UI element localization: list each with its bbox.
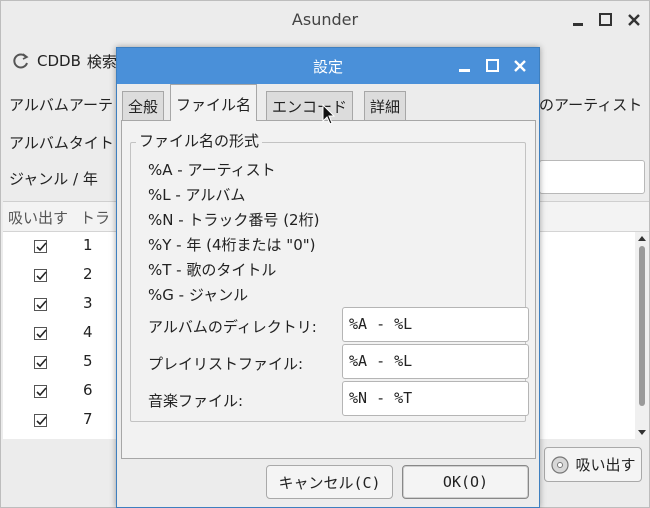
table-row[interactable]: 7 bbox=[3, 406, 123, 435]
playlist-file-label: プレイリストファイル: bbox=[148, 355, 304, 373]
track-number: 4 bbox=[83, 323, 93, 341]
rip-checkbox[interactable] bbox=[34, 385, 47, 398]
cd-icon bbox=[551, 455, 570, 474]
minimize-icon[interactable] bbox=[571, 12, 587, 28]
music-file-input[interactable]: %N - %T bbox=[342, 381, 529, 416]
close-icon[interactable] bbox=[626, 12, 642, 28]
track-number: 3 bbox=[83, 294, 93, 312]
format-artist: %A - アーティスト bbox=[148, 161, 276, 179]
format-year: %Y - 年 (4桁または "0") bbox=[148, 236, 316, 254]
rip-checkbox[interactable] bbox=[34, 240, 47, 253]
tab-general[interactable]: 全般 bbox=[122, 91, 165, 120]
tab-encode[interactable]: エンコード bbox=[266, 91, 354, 120]
rip-checkbox[interactable] bbox=[34, 356, 47, 369]
dialog-maximize-icon[interactable] bbox=[485, 58, 501, 74]
album-directory-input[interactable]: %A - %L bbox=[342, 307, 529, 342]
tab-advanced[interactable]: 詳細 bbox=[364, 91, 407, 120]
genre-input[interactable] bbox=[539, 160, 645, 194]
filenames-panel: ファイル名の形式 %A - アーティスト %L - アルバム %N - トラック… bbox=[121, 120, 536, 459]
scroll-up-icon[interactable] bbox=[637, 234, 647, 242]
rip-button[interactable]: 吸い出す bbox=[544, 447, 642, 482]
album-directory-label: アルバムのディレクトリ: bbox=[148, 318, 317, 336]
rip-button-label: 吸い出す bbox=[575, 456, 636, 474]
track-number: 5 bbox=[83, 352, 93, 370]
track-number: 2 bbox=[83, 265, 93, 283]
dialog-close-icon[interactable] bbox=[512, 58, 528, 74]
table-row[interactable]: 3 bbox=[3, 290, 123, 319]
filename-format-group: %A - アーティスト %L - アルバム %N - トラック番号 (2桁) %… bbox=[130, 142, 529, 422]
scrollbar-thumb[interactable] bbox=[639, 246, 645, 406]
rip-checkbox[interactable] bbox=[34, 269, 47, 282]
track-list-scrollbar[interactable] bbox=[635, 232, 649, 440]
maximize-icon[interactable] bbox=[598, 12, 614, 28]
mouse-cursor-icon bbox=[322, 104, 336, 125]
music-file-label: 音楽ファイル: bbox=[148, 392, 244, 410]
table-row[interactable]: 2 bbox=[3, 261, 123, 290]
window-title: Asunder bbox=[291, 10, 359, 29]
format-track-number: %N - トラック番号 (2桁) bbox=[148, 211, 320, 229]
dialog-titlebar[interactable]: 設定 bbox=[117, 48, 539, 84]
main-toolbar: CDDB 検索 bbox=[11, 47, 117, 75]
rip-checkbox[interactable] bbox=[34, 414, 47, 427]
album-artist-label: アルバムアーテ bbox=[9, 96, 113, 114]
group-title: ファイル名の形式 bbox=[136, 130, 263, 151]
main-titlebar[interactable]: Asunder bbox=[1, 1, 649, 39]
playlist-file-input[interactable]: %A - %L bbox=[342, 344, 529, 379]
column-header-track[interactable]: トラ bbox=[80, 207, 110, 228]
table-row[interactable]: 4 bbox=[3, 319, 123, 348]
scroll-down-icon[interactable] bbox=[637, 429, 647, 437]
genre-year-label: ジャンル / 年 bbox=[9, 170, 98, 188]
rip-checkbox[interactable] bbox=[34, 327, 47, 340]
table-row[interactable]: 1 bbox=[3, 232, 123, 261]
rip-checkbox[interactable] bbox=[34, 298, 47, 311]
dialog-title: 設定 bbox=[312, 58, 343, 76]
tab-filenames[interactable]: ファイル名 bbox=[170, 84, 258, 121]
cancel-button[interactable]: キャンセル(C) bbox=[266, 465, 393, 499]
format-genre: %G - ジャンル bbox=[148, 286, 249, 304]
cddb-button[interactable]: CDDB bbox=[37, 52, 81, 70]
dialog-minimize-icon[interactable] bbox=[457, 58, 473, 74]
lookup-button[interactable]: 検索 bbox=[87, 51, 117, 72]
table-row[interactable]: 6 bbox=[3, 377, 123, 406]
single-artist-label: のアーティスト bbox=[539, 96, 643, 114]
track-number: 6 bbox=[83, 381, 93, 399]
format-album: %L - アルバム bbox=[148, 186, 246, 204]
track-number: 1 bbox=[83, 236, 93, 254]
format-title: %T - 歌のタイトル bbox=[148, 261, 277, 279]
album-title-label: アルバムタイト bbox=[9, 134, 114, 152]
ok-button[interactable]: OK(O) bbox=[402, 465, 529, 499]
cddb-refresh-icon[interactable] bbox=[11, 51, 31, 71]
table-row[interactable]: 5 bbox=[3, 348, 123, 377]
column-header-rip[interactable]: 吸い出す bbox=[8, 207, 68, 228]
track-number: 7 bbox=[83, 410, 93, 428]
